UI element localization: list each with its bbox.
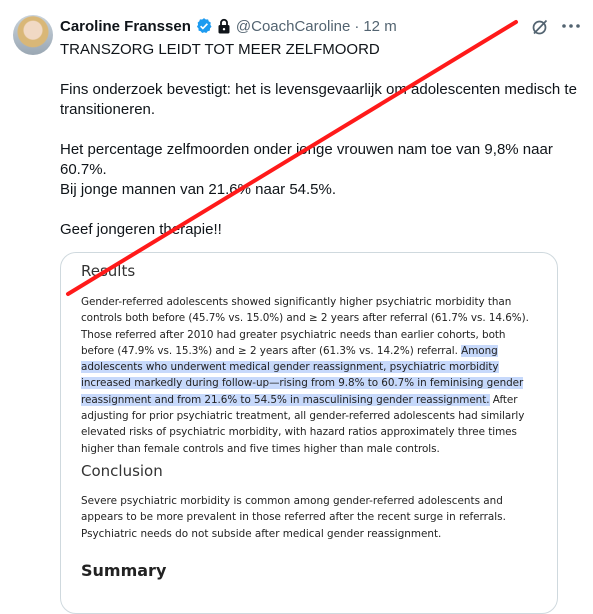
conclusion-heading: Conclusion (81, 462, 163, 480)
summary-heading: Summary (81, 561, 167, 580)
tweet-line-1: TRANSZORG LEIDT TOT MEER ZELFMOORD (60, 41, 380, 58)
author-name[interactable]: Caroline Franssen (60, 18, 191, 35)
author-handle[interactable]: @CoachCaroline (236, 18, 350, 35)
results-text: Gender-referred adolescents showed signi… (81, 294, 536, 457)
tweet-text: TRANSZORG LEIDT TOT MEER ZELFMOORD Fins … (60, 40, 580, 240)
lock-icon (217, 18, 231, 34)
separator: · (354, 17, 360, 35)
timestamp[interactable]: 12 m (363, 18, 396, 35)
avatar[interactable] (13, 15, 53, 55)
tweet-paragraph-2: Fins onderzoek bevestigt: het is levensg… (60, 81, 577, 118)
grok-icon[interactable] (530, 17, 550, 37)
results-heading: Results (81, 262, 136, 280)
attached-image[interactable]: Results Gender-referred adolescents show… (60, 252, 558, 614)
more-options-icon[interactable] (560, 16, 582, 36)
tweet-header: Caroline Franssen @CoachCaroline · 12 m (60, 16, 397, 36)
tweet-paragraph-4: Geef jongeren therapie!! (60, 221, 222, 238)
verified-badge-icon (195, 17, 213, 35)
conclusion-text: Severe psychiatric morbidity is common a… (81, 495, 506, 540)
tweet-paragraph-3: Het percentage zelfmoorden onder jonge v… (60, 141, 553, 198)
